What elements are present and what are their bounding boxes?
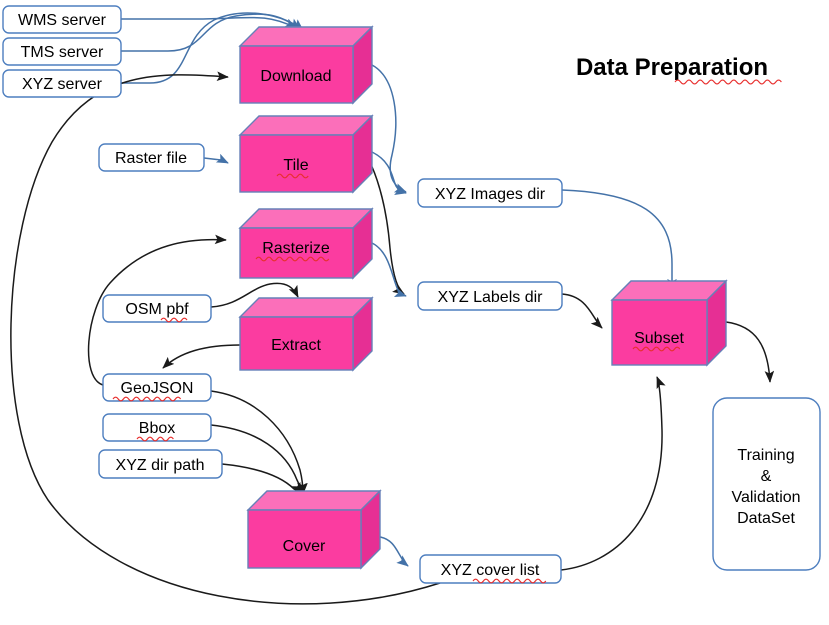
edge-cover-to-coverlist <box>379 536 409 567</box>
edge-extract-to-geojson <box>162 344 241 369</box>
input-node-wms-server[interactable]: WMS server <box>2 5 122 34</box>
edge-subset-to-dataset <box>725 321 775 383</box>
page-title: Data Preparation <box>576 54 768 81</box>
training-label: Training <box>737 447 794 464</box>
ampersand-label: & <box>761 468 772 485</box>
bbox-label: Bbox <box>139 420 175 437</box>
osm-pbf-label: OSM pbf <box>125 301 189 318</box>
xyz-dir-path-label: XYZ dir path <box>116 457 205 474</box>
rasterize-top-face <box>238 208 374 229</box>
edge-tile-to-images <box>371 151 407 195</box>
input-nodes-layer: WMS server TMS server XYZ server Raster … <box>2 5 223 479</box>
process-node-rasterize[interactable]: Rasterize <box>238 207 374 280</box>
edge-rasterize-to-labels <box>371 242 407 298</box>
edge-images-to-subset <box>561 189 677 291</box>
cover-top-face <box>246 490 382 511</box>
xyz-labels-dir-label: XYZ Labels dir <box>438 289 544 306</box>
process-node-extract[interactable]: Extract <box>238 296 374 372</box>
input-node-osm-pbf[interactable]: OSM pbf <box>102 294 212 323</box>
process-node-subset[interactable]: Subset <box>610 279 728 367</box>
edge-coverlist-to-subset <box>560 376 666 571</box>
output-node-training-validation-dataset[interactable]: Training & Validation DataSet <box>712 397 821 571</box>
process-node-tile[interactable]: Tile <box>238 114 374 194</box>
artifact-node-xyz-labels-dir[interactable]: XYZ Labels dir <box>417 281 563 311</box>
input-node-xyz-dir-path[interactable]: XYZ dir path <box>98 449 223 479</box>
extract-label: Extract <box>271 337 321 354</box>
xyz-images-dir-label: XYZ Images dir <box>435 186 546 203</box>
process-node-download[interactable]: Download <box>238 25 374 105</box>
subset-label: Subset <box>634 330 684 347</box>
xyz-cover-list-label: XYZ cover list <box>441 562 540 579</box>
diagram-title-group: Data Preparation <box>576 54 782 85</box>
geojson-label: GeoJSON <box>121 380 194 397</box>
rasterize-label: Rasterize <box>262 240 330 257</box>
raster-file-label: Raster file <box>115 150 187 167</box>
input-node-geojson[interactable]: GeoJSON <box>102 373 212 402</box>
edge-xyzdirpath-to-cover <box>221 463 302 495</box>
download-label: Download <box>260 68 331 85</box>
extract-top-face <box>238 297 374 318</box>
input-node-raster-file[interactable]: Raster file <box>98 143 205 172</box>
dataset-label: DataSet <box>737 510 795 527</box>
validation-label: Validation <box>731 489 800 506</box>
tile-label: Tile <box>283 157 308 174</box>
download-top-face <box>238 26 374 47</box>
edge-rasterfile-to-tile <box>203 153 229 164</box>
wms-server-label: WMS server <box>18 12 107 29</box>
data-preparation-diagram: Download Tile Rasterize Extract Cover Su… <box>0 0 829 625</box>
process-node-cover[interactable]: Cover <box>246 489 382 570</box>
artifact-node-xyz-cover-list[interactable]: XYZ cover list <box>419 554 562 584</box>
xyz-server-label: XYZ server <box>22 76 103 93</box>
input-node-bbox[interactable]: Bbox <box>102 413 212 442</box>
input-node-xyz-server[interactable]: XYZ server <box>2 69 122 98</box>
edge-labels-to-subset <box>561 293 603 329</box>
artifact-nodes-layer: XYZ Images dir XYZ Labels dir XYZ cover … <box>417 178 563 584</box>
cover-label: Cover <box>283 538 326 555</box>
tile-top-face <box>238 115 374 136</box>
edge-download-to-images <box>371 64 407 193</box>
edge-geojson-to-cover <box>210 390 308 495</box>
tms-server-label: TMS server <box>21 44 104 61</box>
artifact-node-xyz-images-dir[interactable]: XYZ Images dir <box>417 178 563 208</box>
input-node-tms-server[interactable]: TMS server <box>2 37 122 66</box>
